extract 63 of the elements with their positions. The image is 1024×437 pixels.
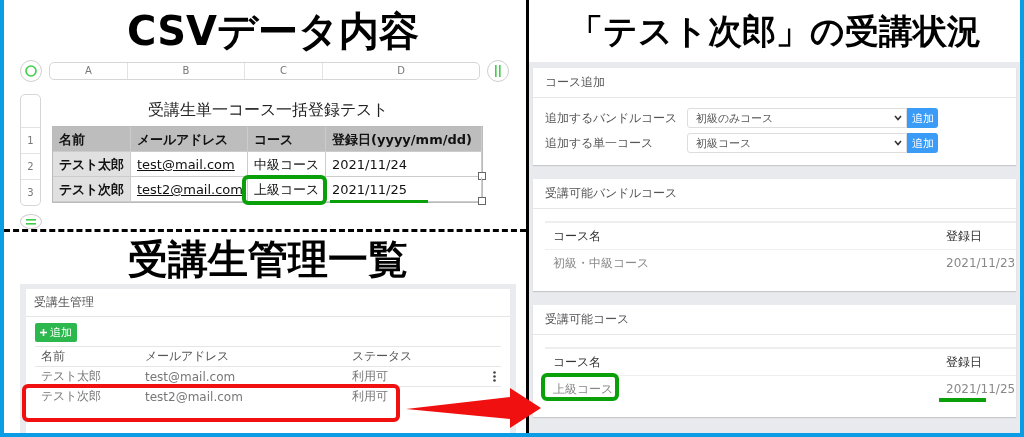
card-title: 受講可能バンドルコース: [533, 179, 1016, 209]
column-header: メールアドレス: [144, 348, 230, 365]
row-number[interactable]: 2: [21, 153, 40, 179]
resize-handle[interactable]: [478, 197, 486, 205]
header-cell: メールアドレス: [131, 127, 248, 152]
dropdown[interactable]: 初級コース: [687, 133, 907, 153]
table-cell: 2021/11/25: [326, 177, 482, 202]
table-cell: 2021/11/24: [326, 152, 482, 177]
chevron-down-icon: [894, 140, 902, 146]
column-header: コース名: [552, 227, 602, 245]
table-cell: テスト太郎: [53, 152, 131, 177]
column-header: 名前: [40, 348, 66, 365]
column-header[interactable]: A: [50, 63, 128, 79]
table-title: 受講生単一コース一括登録テスト: [146, 99, 389, 121]
table-cell: 2021/11/25: [946, 382, 1016, 396]
column-header[interactable]: B: [128, 63, 245, 79]
card-title: 受講生管理: [26, 289, 510, 317]
table-cell-text: test2@mail.com: [144, 389, 244, 404]
pause-icon: [494, 64, 502, 78]
table-cell-text: 利用可: [351, 368, 389, 385]
header-cell: 登録日(yyyy/mm/dd): [326, 127, 482, 152]
column-header: 登録日: [945, 227, 983, 245]
table-cell-text: 利用可: [351, 388, 389, 405]
row-number[interactable]: 3: [21, 179, 40, 205]
table-cell-text: テスト次郎: [40, 388, 102, 405]
column-header: 登録日: [945, 353, 983, 371]
card-title: コース追加: [533, 68, 1016, 98]
section-title: 「テスト次郎」の受講状況: [568, 10, 981, 53]
table-cell: 上級コース: [248, 177, 326, 202]
highlight-underline: [939, 398, 986, 402]
field-label: 追加するバンドルコース: [545, 110, 678, 126]
section-title: CSVデータ内容: [127, 7, 419, 56]
dropdown[interactable]: 初級のみコース: [687, 108, 907, 128]
add-button[interactable]: 追加: [35, 323, 77, 342]
table-cell: 上級コース: [553, 381, 613, 396]
column-header[interactable]: D: [323, 63, 479, 79]
round-button[interactable]: [20, 60, 42, 82]
table-cell: test@mail.com: [131, 152, 248, 177]
table-cell: test2@mail.com: [131, 177, 248, 202]
equals-icon: [25, 217, 37, 226]
plus-icon: [40, 329, 47, 336]
table-cell: テスト次郎: [53, 177, 131, 202]
table-cell: 初級・中級コース: [553, 255, 649, 270]
resize-handle[interactable]: [478, 172, 486, 180]
table-cell: 中級コース: [248, 152, 326, 177]
header-cell: コース: [248, 127, 326, 152]
round-button[interactable]: [20, 214, 42, 229]
field-label: 追加する単一コース: [545, 135, 654, 151]
chevron-down-icon: [894, 115, 902, 121]
column-header: ステータス: [351, 348, 413, 365]
header-cell: 名前: [53, 127, 131, 152]
column-header: コース名: [552, 353, 602, 371]
round-button[interactable]: [487, 60, 509, 82]
table-cell: 2021/11/23: [946, 256, 1016, 270]
column-header[interactable]: C: [245, 63, 323, 79]
circle-icon: [25, 65, 37, 77]
table-cell-text: テスト太郎: [40, 368, 102, 385]
row-number[interactable]: 1: [21, 127, 40, 153]
add-button[interactable]: 追加: [907, 108, 938, 128]
table-cell-text: test@mail.com: [144, 369, 237, 384]
card-title: 受講可能コース: [533, 305, 1016, 335]
add-button[interactable]: 追加: [907, 133, 938, 153]
section-title: 受講生管理一覧: [128, 235, 408, 284]
